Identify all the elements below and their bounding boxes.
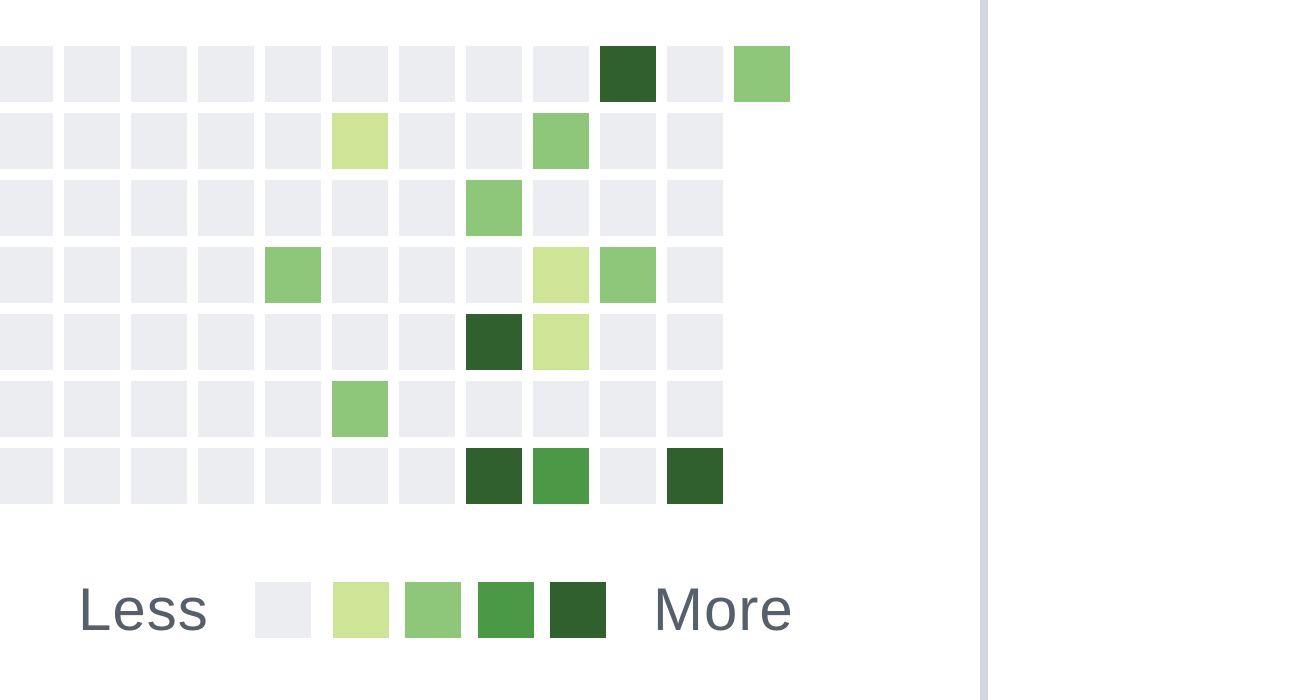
contribution-day-cell[interactable] <box>533 314 589 370</box>
legend-more-label: More <box>653 576 794 643</box>
contribution-day-cell[interactable] <box>131 314 187 370</box>
contribution-day-cell[interactable] <box>332 180 388 236</box>
contribution-day-cell[interactable] <box>332 113 388 169</box>
legend-level-swatch <box>478 582 534 638</box>
contribution-day-cell[interactable] <box>198 180 254 236</box>
contribution-day-cell[interactable] <box>533 180 589 236</box>
contribution-day-cell[interactable] <box>131 180 187 236</box>
contribution-day-cell[interactable] <box>198 46 254 102</box>
contribution-day-cell[interactable] <box>332 314 388 370</box>
contribution-day-cell[interactable] <box>265 46 321 102</box>
contribution-day-cell[interactable] <box>64 247 120 303</box>
contribution-day-cell[interactable] <box>399 46 455 102</box>
contribution-day-cell[interactable] <box>198 314 254 370</box>
panel-divider <box>980 0 988 700</box>
contribution-day-cell[interactable] <box>533 448 589 504</box>
contribution-day-cell[interactable] <box>265 180 321 236</box>
contribution-day-cell[interactable] <box>0 448 53 504</box>
contribution-day-cell[interactable] <box>0 247 53 303</box>
contribution-day-cell[interactable] <box>332 46 388 102</box>
contribution-panel: Less More <box>0 0 980 700</box>
contribution-day-cell[interactable] <box>131 113 187 169</box>
contribution-day-cell[interactable] <box>399 247 455 303</box>
contribution-day-cell[interactable] <box>399 180 455 236</box>
contribution-day-cell[interactable] <box>399 113 455 169</box>
contribution-day-cell[interactable] <box>64 314 120 370</box>
contribution-day-cell[interactable] <box>600 247 656 303</box>
contribution-day-cell[interactable] <box>667 180 723 236</box>
contribution-day-cell[interactable] <box>332 381 388 437</box>
contribution-day-cell[interactable] <box>600 448 656 504</box>
contribution-day-cell[interactable] <box>600 381 656 437</box>
contribution-day-cell[interactable] <box>667 46 723 102</box>
contribution-day-cell[interactable] <box>64 46 120 102</box>
contribution-day-cell[interactable] <box>600 113 656 169</box>
contribution-day-cell[interactable] <box>131 381 187 437</box>
contribution-day-cell[interactable] <box>466 113 522 169</box>
contribution-day-cell[interactable] <box>131 46 187 102</box>
legend-less-label: Less <box>78 576 209 643</box>
contribution-day-cell[interactable] <box>533 247 589 303</box>
contribution-day-cell[interactable] <box>466 180 522 236</box>
contribution-day-cell[interactable] <box>600 180 656 236</box>
contribution-day-cell[interactable] <box>265 247 321 303</box>
contribution-day-cell[interactable] <box>667 448 723 504</box>
contribution-day-cell[interactable] <box>600 46 656 102</box>
contribution-day-cell[interactable] <box>600 314 656 370</box>
contribution-day-cell[interactable] <box>332 247 388 303</box>
contribution-day-cell[interactable] <box>667 381 723 437</box>
contribution-day-cell[interactable] <box>667 247 723 303</box>
contribution-day-cell[interactable] <box>466 247 522 303</box>
legend-level-swatch <box>333 582 389 638</box>
contribution-day-cell[interactable] <box>667 113 723 169</box>
contribution-graph-page: Less More <box>0 0 1300 700</box>
contribution-day-cell[interactable] <box>131 448 187 504</box>
contribution-day-cell[interactable] <box>533 46 589 102</box>
contribution-day-cell[interactable] <box>64 381 120 437</box>
contribution-day-cell[interactable] <box>265 314 321 370</box>
contribution-grid <box>0 0 980 520</box>
contribution-day-cell[interactable] <box>198 247 254 303</box>
contribution-day-cell[interactable] <box>131 247 187 303</box>
contribution-day-cell[interactable] <box>0 314 53 370</box>
contribution-day-cell[interactable] <box>198 381 254 437</box>
contribution-day-cell[interactable] <box>466 46 522 102</box>
contribution-day-cell[interactable] <box>64 180 120 236</box>
legend-level-swatch <box>550 582 606 638</box>
contribution-day-cell[interactable] <box>466 381 522 437</box>
contribution-day-cell[interactable] <box>332 448 388 504</box>
contribution-day-cell[interactable] <box>667 314 723 370</box>
contribution-day-cell[interactable] <box>734 46 790 102</box>
contribution-day-cell[interactable] <box>198 113 254 169</box>
right-empty-area <box>988 0 1300 700</box>
contribution-day-cell[interactable] <box>0 381 53 437</box>
contribution-legend: Less More <box>0 560 980 660</box>
contribution-day-cell[interactable] <box>64 448 120 504</box>
legend-level-swatch <box>255 582 311 638</box>
contribution-day-cell[interactable] <box>265 381 321 437</box>
contribution-day-cell[interactable] <box>265 113 321 169</box>
contribution-day-cell[interactable] <box>466 314 522 370</box>
contribution-day-cell[interactable] <box>466 448 522 504</box>
contribution-day-cell[interactable] <box>198 448 254 504</box>
contribution-day-cell[interactable] <box>399 448 455 504</box>
contribution-day-cell[interactable] <box>64 113 120 169</box>
contribution-day-cell[interactable] <box>265 448 321 504</box>
contribution-day-cell[interactable] <box>399 314 455 370</box>
contribution-day-cell[interactable] <box>533 381 589 437</box>
legend-level-swatch <box>405 582 461 638</box>
contribution-day-cell[interactable] <box>533 113 589 169</box>
contribution-day-cell[interactable] <box>0 46 53 102</box>
contribution-day-cell[interactable] <box>0 113 53 169</box>
contribution-day-cell[interactable] <box>0 180 53 236</box>
contribution-day-cell[interactable] <box>399 381 455 437</box>
